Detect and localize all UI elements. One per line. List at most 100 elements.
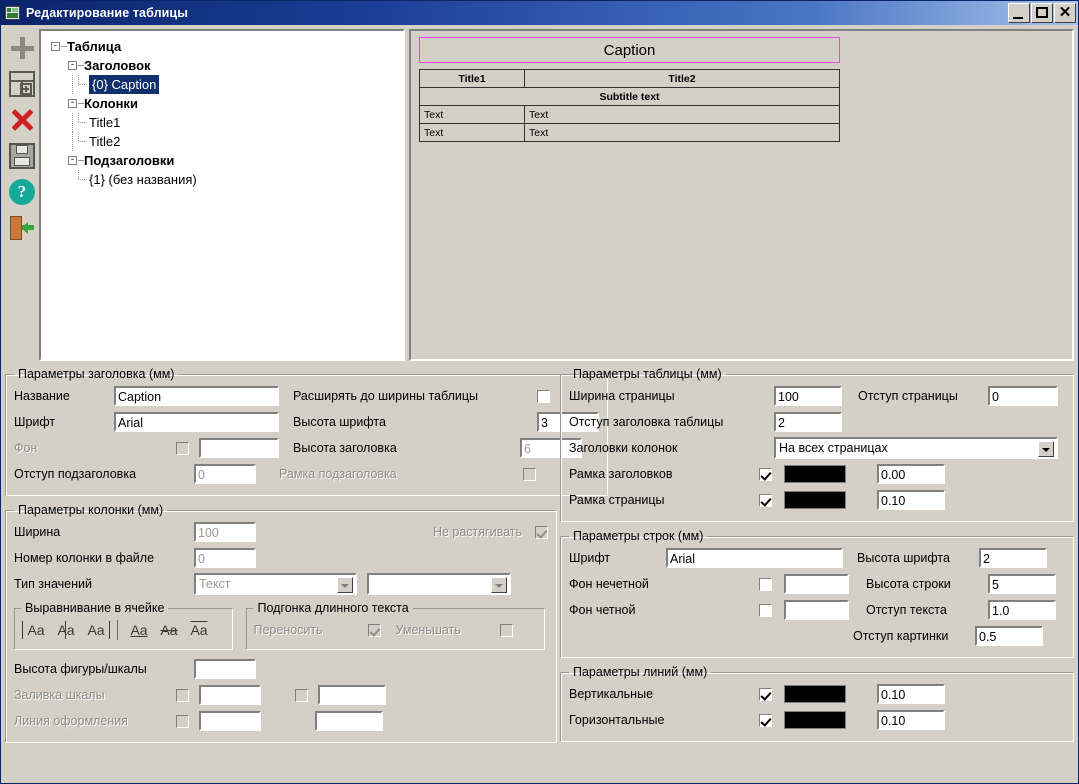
table-caption-indent-input[interactable]: 2: [774, 412, 842, 432]
maximize-button[interactable]: [1031, 3, 1053, 23]
text-indent-input[interactable]: 1.0: [988, 600, 1056, 620]
header-font-height-label: Высота шрифта: [293, 415, 537, 429]
file-column-number-label: Номер колонки в файле: [14, 551, 194, 565]
align-middle-button[interactable]: Aa: [154, 619, 184, 641]
row-height-input[interactable]: 5: [988, 574, 1056, 594]
page-frame-color-swatch[interactable]: [784, 491, 846, 509]
odd-row-background-input[interactable]: [784, 574, 849, 594]
window-controls: ✕: [1008, 3, 1076, 23]
question-mark-icon[interactable]: ?: [9, 179, 35, 205]
page-frame-checkbox[interactable]: [759, 494, 772, 507]
left-parameters-column: Параметры заголовка (мм) Название Captio…: [5, 367, 554, 750]
tree-node-list: -Таблица-Заголовок{0} Caption-КолонкиTit…: [41, 31, 403, 189]
table-parameters-group: Параметры таблицы (мм) Ширина страницы 1…: [560, 367, 1074, 522]
plus-icon[interactable]: [9, 35, 35, 61]
subtitle-indent-row: Отступ подзаголовка 0 Рамка подзаголовка: [14, 461, 599, 487]
structure-tree[interactable]: -Таблица-Заголовок{0} Caption-КолонкиTit…: [39, 29, 405, 361]
page-width-input[interactable]: 100: [774, 386, 842, 406]
header-frame-color-swatch[interactable]: [784, 465, 846, 483]
tree-node[interactable]: {1} (без названия): [47, 170, 403, 189]
fit-options-row: Переносить Уменьшать: [253, 617, 538, 643]
horizontal-lines-row: Горизонтальные 0.10: [569, 707, 1065, 733]
column-headers-selected: На всех страницах: [779, 441, 888, 455]
scale-fill-secondary-checkbox: [295, 689, 308, 702]
subtitle-indent-input: 0: [194, 464, 256, 484]
close-button[interactable]: ✕: [1054, 3, 1076, 23]
tree-expander-icon[interactable]: -: [68, 61, 77, 70]
even-row-background-checkbox[interactable]: [759, 604, 772, 617]
align-center-button[interactable]: Aa: [51, 619, 81, 641]
preview-subtitle-row: Subtitle text: [420, 88, 840, 106]
stretch-to-table-width-checkbox[interactable]: [537, 390, 550, 403]
row-font-height-label: Высота шрифта: [857, 551, 979, 565]
value-type-selected: Текст: [199, 577, 230, 591]
figure-height-input[interactable]: [194, 659, 256, 679]
tree-node[interactable]: -Заголовок: [47, 56, 403, 75]
row-font-input[interactable]: Arial: [666, 548, 843, 568]
even-row-background-input[interactable]: [784, 600, 849, 620]
tree-node-label: Подзаголовки: [84, 151, 174, 170]
page-indent-input[interactable]: 0: [988, 386, 1058, 406]
table-caption-indent-row: Отступ заголовка таблицы 2: [569, 409, 1065, 435]
shrink-text-checkbox: [500, 624, 513, 637]
column-width-input: 100: [194, 522, 256, 542]
column-headers-select[interactable]: На всех страницах: [774, 437, 1058, 459]
tree-node[interactable]: Title2: [47, 132, 403, 151]
header-frame-width-input[interactable]: 0.00: [877, 464, 945, 484]
header-background-input: [199, 438, 279, 458]
page-indent-label: Отступ страницы: [858, 389, 988, 403]
vertical-lines-color-swatch[interactable]: [784, 685, 846, 703]
tree-elbow-line: [73, 75, 85, 94]
file-column-number-input: 0: [194, 548, 256, 568]
horizontal-lines-color-swatch[interactable]: [784, 711, 846, 729]
tree-node[interactable]: -Таблица: [47, 37, 403, 56]
column-parameters-legend: Параметры колонки (мм): [14, 503, 167, 517]
tree-node-label: {0} Caption: [89, 75, 159, 94]
tree-node[interactable]: Title1: [47, 113, 403, 132]
chevron-down-icon: [337, 577, 353, 593]
vertical-lines-width-input[interactable]: 0.10: [877, 684, 945, 704]
tree-elbow-line: [73, 113, 85, 132]
page-frame-width-input[interactable]: 0.10: [877, 490, 945, 510]
scale-fill-label: Заливка шкалы: [14, 688, 176, 702]
parameters-area: Параметры заголовка (мм) Название Captio…: [5, 367, 1074, 750]
header-name-input[interactable]: Caption: [114, 386, 279, 406]
align-bottom-button[interactable]: Aa: [124, 619, 154, 641]
horizontal-lines-checkbox[interactable]: [759, 714, 772, 727]
tree-expander-icon[interactable]: -: [68, 99, 77, 108]
horizontal-lines-width-input[interactable]: 0.10: [877, 710, 945, 730]
chevron-down-icon[interactable]: [1038, 441, 1054, 457]
tree-node[interactable]: {0} Caption: [47, 75, 403, 94]
no-stretch-label: Не растягивать: [270, 525, 522, 539]
scale-fill-secondary-input: [318, 685, 386, 705]
minimize-button[interactable]: [1008, 3, 1030, 23]
tree-node[interactable]: -Подзаголовки: [47, 151, 403, 170]
tree-expander-icon[interactable]: -: [51, 42, 60, 51]
row-font-height-input[interactable]: 2: [979, 548, 1047, 568]
red-x-icon[interactable]: [9, 107, 35, 133]
preview-header-cell: Title1: [420, 70, 525, 88]
header-frame-checkbox[interactable]: [759, 468, 772, 481]
odd-row-background-checkbox[interactable]: [759, 578, 772, 591]
wrap-text-checkbox: [368, 624, 381, 637]
scale-fill-input: [199, 685, 261, 705]
header-font-input[interactable]: Arial: [114, 412, 279, 432]
tree-node-label: Title1: [89, 113, 120, 132]
image-indent-input[interactable]: 0.5: [975, 626, 1043, 646]
odd-row-background-row: Фон нечетной Высота строки 5: [569, 571, 1065, 597]
tree-expander-icon[interactable]: -: [68, 156, 77, 165]
exit-door-icon[interactable]: [9, 215, 35, 241]
align-right-button[interactable]: Aa: [81, 619, 111, 641]
floppy-disk-icon[interactable]: [9, 143, 35, 169]
align-left-button[interactable]: Aa: [21, 619, 51, 641]
align-top-button[interactable]: Aa: [184, 619, 214, 641]
header-frame-label: Рамка заголовков: [569, 467, 759, 481]
tree-node-label: Таблица: [67, 37, 121, 56]
table-add-icon[interactable]: [9, 71, 35, 97]
cell-alignment-group: Выравнивание в ячейке Aa Aa Aa Aa Aa Aa: [14, 601, 233, 650]
header-name-label: Название: [14, 389, 114, 403]
tree-elbow-line: [73, 132, 85, 151]
tree-node[interactable]: -Колонки: [47, 94, 403, 113]
column-parameters-group: Параметры колонки (мм) Ширина 100 Не рас…: [5, 503, 557, 743]
vertical-lines-checkbox[interactable]: [759, 688, 772, 701]
